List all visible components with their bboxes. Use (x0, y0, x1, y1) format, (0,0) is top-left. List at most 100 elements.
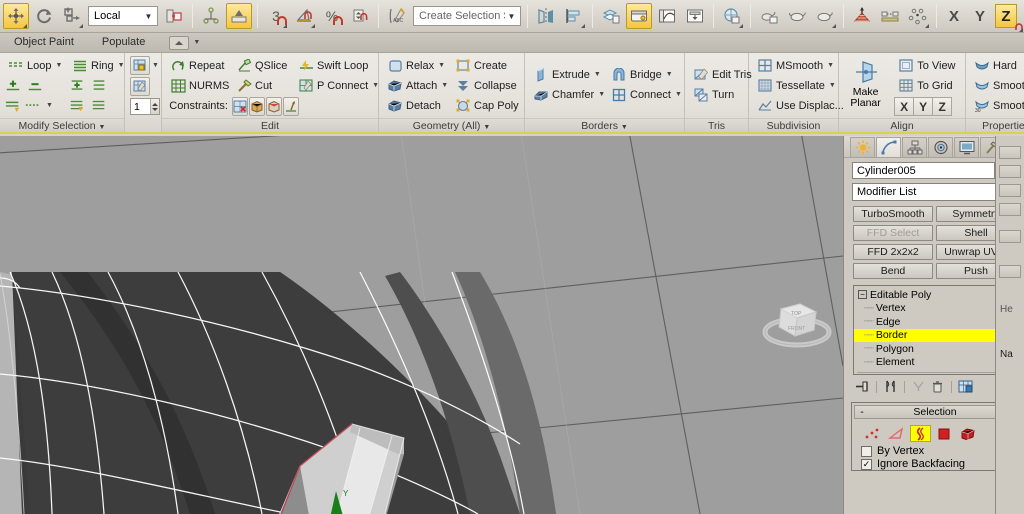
rollout-collapse-icon[interactable]: - (855, 406, 869, 418)
element-level-icon[interactable] (958, 425, 979, 442)
make-planar-button[interactable]: Make Planar (843, 56, 888, 109)
ribbon-panel-title-modify-selection[interactable]: Modify Selection ▼ (0, 118, 124, 132)
ribbon-item-use-displacement[interactable]: Use Displac... (753, 96, 844, 115)
ribbon-item-hard[interactable]: Hard (970, 56, 1024, 75)
modifier-button-bend[interactable]: Bend (853, 263, 933, 279)
ribbon-item-relax[interactable]: Relax ▼ (383, 56, 449, 75)
ribbon-item-repeat[interactable]: Repeat (166, 56, 232, 75)
ribbon-item-connect[interactable]: Connect ▼ (607, 85, 685, 104)
ribbon-item-attach[interactable]: Attach ▼ (383, 76, 449, 95)
select-by-name-button[interactable] (905, 3, 931, 29)
edit-uv-button[interactable] (130, 77, 150, 96)
use-pivot-point-center-button[interactable] (161, 3, 187, 29)
render-production-button[interactable] (812, 3, 838, 29)
place-highlight-button[interactable] (849, 3, 875, 29)
ribbon-item-to-view[interactable]: To View (894, 56, 961, 75)
set-key-mode-button[interactable] (877, 3, 903, 29)
layer-manager-button[interactable] (598, 3, 624, 29)
create-tab[interactable] (850, 137, 875, 157)
ribbon-item-smooth[interactable]: Smooth (970, 76, 1024, 95)
loop-shift-icon[interactable] (5, 98, 21, 114)
ribbon-tab-populate[interactable]: Populate (88, 33, 159, 52)
shrink-minus-icon[interactable] (27, 78, 43, 94)
curve-editor-button[interactable] (654, 3, 680, 29)
show-end-result-button[interactable] (882, 379, 899, 394)
motion-tab[interactable] (928, 137, 953, 157)
dot-loop-icon[interactable] (25, 98, 41, 114)
constraint-none-button[interactable] (232, 97, 248, 116)
align-axis-y-button[interactable]: Y (913, 97, 934, 116)
spinner-snap-toggle-button[interactable] (347, 3, 373, 29)
align-button[interactable] (561, 3, 587, 29)
ribbon-item-loop[interactable]: Loop ▼ (4, 56, 66, 75)
ribbon-item-create[interactable]: Create (451, 56, 523, 75)
chevron-down-icon[interactable]: ▼ (152, 62, 159, 69)
by-vertex-row[interactable]: By Vertex (852, 444, 1018, 457)
ribbon-item-edit-tris[interactable]: Edit Tris (689, 65, 752, 84)
rendered-frame-window-button[interactable] (784, 3, 810, 29)
stack-item-vertex[interactable]: ┈┈ Vertex (854, 302, 1015, 316)
ribbon-tab-object-paint[interactable]: Object Paint (0, 33, 88, 52)
stack-item-edge[interactable]: ┈┈ Edge (854, 315, 1015, 329)
ignore-backfacing-row[interactable]: ✓ Ignore Backfacing (852, 457, 1018, 470)
constraint-normal-button[interactable] (283, 97, 299, 116)
reference-coord-system-combo[interactable]: Local ▼ (88, 6, 158, 26)
select-and-manipulate-button[interactable] (198, 3, 224, 29)
modifier-button-ffd-2x2x2[interactable]: FFD 2x2x2 (853, 244, 933, 260)
select-and-move-button[interactable] (3, 3, 29, 29)
restrict-to-y-button[interactable]: Y (969, 4, 991, 28)
ring-shift-icon[interactable] (69, 98, 85, 114)
render-setup-button[interactable] (756, 3, 782, 29)
ribbon-item-swift-loop[interactable]: Swift Loop (294, 56, 380, 75)
dot-ring-icon[interactable] (91, 98, 107, 114)
named-selection-set-combo[interactable]: Create Selection Se ▼ (413, 6, 521, 26)
angle-snap-toggle-button[interactable] (291, 3, 317, 29)
edit-named-selection-sets-button[interactable]: ABC (384, 3, 410, 29)
align-axis-z-button[interactable]: Z (932, 97, 953, 116)
chevron-down-icon[interactable]: ▼ (193, 39, 200, 46)
vertex-level-icon[interactable] (862, 425, 883, 442)
repeat-count-spinner[interactable]: 1 (130, 98, 160, 115)
ribbon-panel-title-subdivision[interactable]: Subdivision (749, 118, 838, 132)
make-unique-button[interactable] (910, 379, 927, 394)
selection-rollout-header[interactable]: - Selection (854, 405, 1016, 419)
ignore-backfacing-checkbox[interactable]: ✓ (861, 458, 872, 470)
ribbon-item-qslice[interactable]: QSlice (232, 56, 294, 75)
ribbon-minimize-button[interactable] (169, 35, 190, 50)
ribbon-item-detach[interactable]: Detach (383, 96, 449, 115)
material-editor-button[interactable] (719, 3, 745, 29)
border-level-icon[interactable] (910, 425, 931, 442)
constraint-face-button[interactable] (266, 97, 282, 116)
stack-item-polygon[interactable]: ┈┈ Polygon (854, 342, 1015, 356)
select-and-rotate-button[interactable] (31, 3, 57, 29)
stack-item-editable-poly[interactable]: − Editable Poly ◠ (854, 288, 1015, 302)
align-axis-x-button[interactable]: X (894, 97, 915, 116)
ribbon-item-cut[interactable]: Cut (232, 76, 294, 95)
ribbon-panel-title-borders[interactable]: Borders ▼ (525, 118, 684, 132)
ribbon-item-p-connect[interactable]: P Connect ▼ (294, 76, 380, 95)
polygon-level-icon[interactable] (934, 425, 955, 442)
perspective-viewport[interactable]: Y X Z (0, 136, 843, 514)
display-tab[interactable] (954, 137, 979, 157)
object-name-field[interactable]: Cylinder005 (852, 162, 995, 179)
ribbon-panel-title-edit[interactable]: Edit (162, 118, 378, 132)
modifier-list-dropdown[interactable]: Modifier List ▼ (852, 183, 1018, 201)
schematic-view-button[interactable] (682, 3, 708, 29)
stack-item-border[interactable]: ┈┈ Border ◠ (854, 328, 1015, 342)
mirror-button[interactable] (533, 3, 559, 29)
preserve-uv-toggle[interactable] (130, 56, 150, 75)
toggle-ribbon-button[interactable] (626, 3, 652, 29)
select-and-scale-button[interactable] (59, 3, 85, 29)
ribbon-item-nurms[interactable]: NURMS (166, 76, 232, 95)
ribbon-item-smooth-30[interactable]: 30 Smooth 3 (970, 96, 1024, 115)
configure-modifier-sets-button[interactable] (957, 379, 974, 394)
restrict-to-x-button[interactable]: X (943, 4, 965, 28)
ribbon-panel-title-geometry[interactable]: Geometry (All) ▼ (379, 118, 524, 132)
modify-tab[interactable] (876, 137, 901, 157)
ring-grow-icon[interactable] (69, 78, 85, 94)
stack-item-element[interactable]: ┈┈ Element (854, 356, 1015, 370)
collapse-minus-icon[interactable]: − (858, 290, 867, 300)
ribbon-panel-title-properties[interactable]: Properties ▼ (966, 118, 1024, 132)
ribbon-item-ring[interactable]: Ring ▼ (68, 56, 125, 75)
remove-modifier-button[interactable] (929, 379, 946, 394)
